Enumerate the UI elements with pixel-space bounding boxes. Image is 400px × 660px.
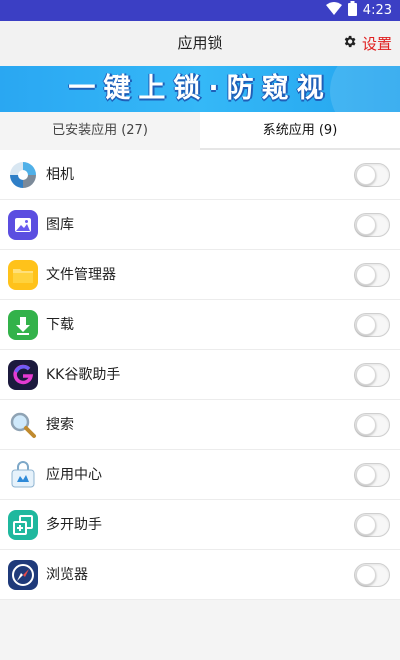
app-center-icon	[8, 460, 38, 490]
app-name: 相机	[46, 167, 74, 183]
lock-toggle[interactable]	[354, 363, 390, 387]
toggle-knob	[356, 215, 376, 235]
app-name: KK谷歌助手	[46, 367, 121, 383]
gear-icon	[342, 34, 357, 53]
list-item[interactable]: KK谷歌助手	[0, 350, 400, 400]
list-item[interactable]: 下载	[0, 300, 400, 350]
app-name: 多开助手	[46, 517, 102, 533]
app-list: 相机 图库 文件管理器 下载 KK谷歌助手 搜索 应用中心 多开助手 浏览器	[0, 150, 400, 600]
tab-installed-apps[interactable]: 已安装应用 (27)	[0, 112, 200, 150]
page-title: 应用锁	[177, 34, 223, 52]
app-name: 浏览器	[46, 567, 88, 583]
lock-toggle[interactable]	[354, 313, 390, 337]
app-name: 应用中心	[46, 467, 102, 483]
list-item[interactable]: 文件管理器	[0, 250, 400, 300]
download-icon	[8, 310, 38, 340]
list-item[interactable]: 搜索	[0, 400, 400, 450]
lock-toggle[interactable]	[354, 263, 390, 287]
lock-toggle[interactable]	[354, 213, 390, 237]
list-item[interactable]: 图库	[0, 200, 400, 250]
settings-button[interactable]: 设置	[342, 31, 392, 56]
camera-icon	[8, 160, 38, 190]
banner: 一键上锁·防窥视	[0, 66, 400, 112]
lock-toggle[interactable]	[354, 563, 390, 587]
toggle-knob	[356, 165, 376, 185]
lock-toggle[interactable]	[354, 463, 390, 487]
status-icons: 4:23	[325, 1, 392, 20]
app-name: 搜索	[46, 417, 74, 433]
banner-text: 一键上锁·防窥视	[68, 73, 332, 104]
toggle-knob	[356, 415, 376, 435]
status-bar: 4:23	[0, 0, 400, 21]
toggle-knob	[356, 565, 376, 585]
browser-icon	[8, 560, 38, 590]
toggle-knob	[356, 465, 376, 485]
app-name: 图库	[46, 217, 74, 233]
toggle-knob	[356, 365, 376, 385]
google-helper-icon	[8, 360, 38, 390]
gallery-icon	[8, 210, 38, 240]
status-time: 4:23	[362, 3, 392, 18]
list-item[interactable]: 相机	[0, 150, 400, 200]
app-name: 文件管理器	[46, 267, 116, 283]
folder-icon	[8, 260, 38, 290]
list-item[interactable]: 浏览器	[0, 550, 400, 600]
search-icon	[8, 410, 38, 440]
list-item[interactable]: 应用中心	[0, 450, 400, 500]
lock-toggle[interactable]	[354, 413, 390, 437]
battery-icon	[347, 1, 357, 20]
app-name: 下载	[46, 317, 74, 333]
app-bar: 应用锁 设置	[0, 21, 400, 66]
lock-toggle[interactable]	[354, 163, 390, 187]
toggle-knob	[356, 315, 376, 335]
lock-toggle[interactable]	[354, 513, 390, 537]
tab-bar: 已安装应用 (27) 系统应用 (9)	[0, 112, 400, 150]
multi-open-icon	[8, 510, 38, 540]
wifi-icon	[325, 2, 342, 19]
settings-label: 设置	[361, 35, 392, 53]
list-item[interactable]: 多开助手	[0, 500, 400, 550]
tab-system-apps[interactable]: 系统应用 (9)	[200, 112, 400, 150]
toggle-knob	[356, 515, 376, 535]
toggle-knob	[356, 265, 376, 285]
